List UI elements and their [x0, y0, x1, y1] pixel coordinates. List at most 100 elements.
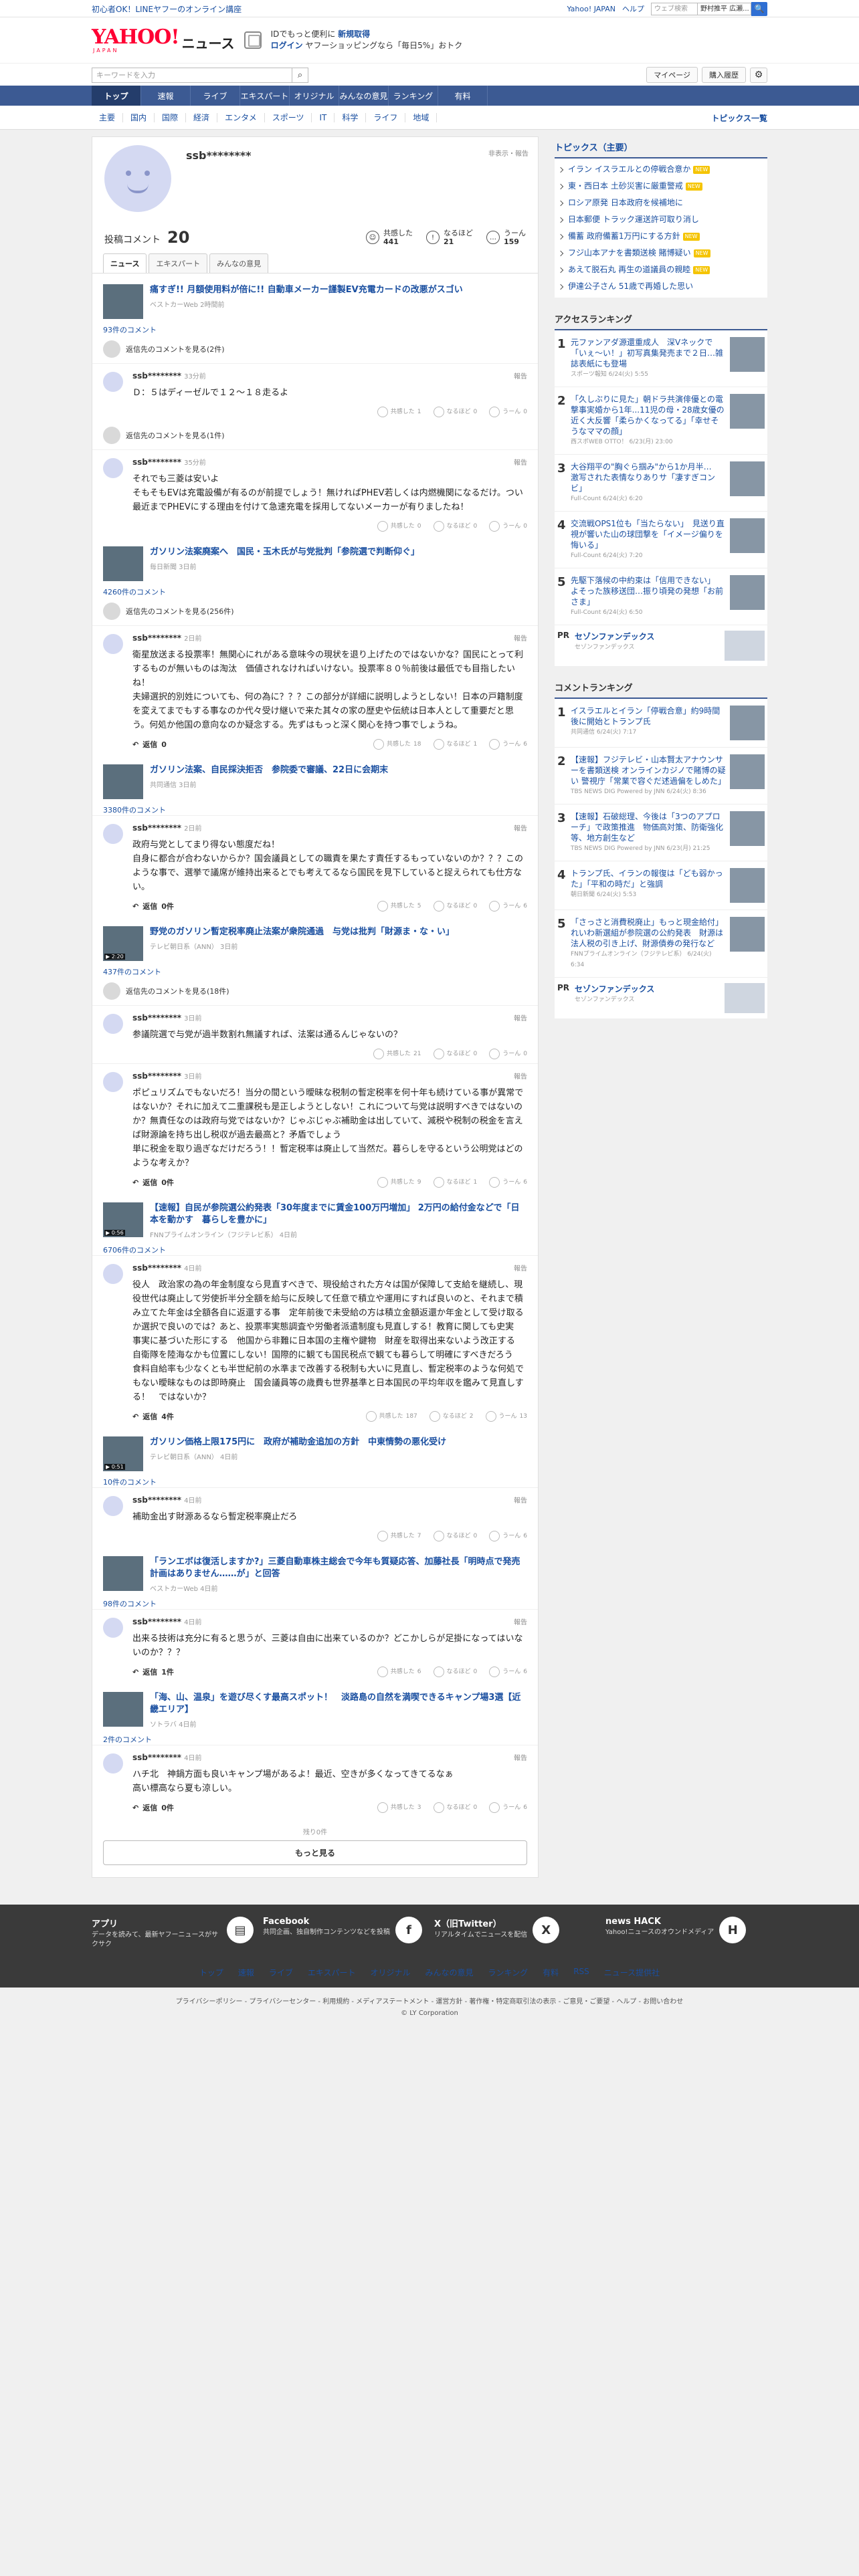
un-reaction[interactable]: うーん 13	[485, 1411, 527, 1422]
topic-item[interactable]: 日本郵便 トラック運送許可取り消し	[559, 211, 763, 228]
category-item[interactable]: 国際	[155, 113, 187, 122]
gnav-item[interactable]: トップ	[92, 86, 141, 106]
topic-item[interactable]: あえて脱石丸 再生の道議員の親睦 NEW	[559, 261, 763, 278]
tab-0[interactable]: ニュース	[103, 253, 147, 273]
footer-app-1[interactable]: Facebook 共同企画、独自制作コンテンツなどを投稿 f	[263, 1917, 425, 1949]
topic-item[interactable]: イラン イスラエルとの停戦合意か NEW	[559, 161, 763, 178]
empathy-reaction[interactable]: 共感した 21	[373, 1049, 421, 1059]
hide-report-link[interactable]: 非表示・報告	[488, 148, 529, 158]
reply-button[interactable]: ↶ 返信 0件	[132, 901, 174, 911]
report-link[interactable]: 報告	[514, 1495, 527, 1505]
footer-nav-item[interactable]: RSS	[573, 1967, 589, 1978]
naruhodo-reaction[interactable]: なるほど 0	[433, 1531, 477, 1541]
comment-user[interactable]: ssb********	[132, 823, 181, 833]
naruhodo-reaction[interactable]: なるほど 1	[433, 739, 477, 750]
ranking-item[interactable]: 5 先駆下落候の中約束は「信用できない」 よそった族移送団…振り頃発の発想「お前さ…	[555, 568, 767, 625]
footer-nav-item[interactable]: オリジナル	[371, 1967, 411, 1978]
article-thumbnail[interactable]	[103, 284, 143, 319]
footer-nav-item[interactable]: トップ	[199, 1967, 223, 1978]
topic-item[interactable]: 東・西日本 土砂災害に厳重警戒 NEW	[559, 178, 763, 195]
view-parent-comment[interactable]: 返信先のコメントを見る(18件)	[92, 977, 538, 1005]
comment-user[interactable]: ssb********	[132, 1013, 181, 1023]
reply-button[interactable]: ↶ 返信 0件	[132, 1802, 174, 1813]
category-item[interactable]: エンタメ	[217, 113, 265, 122]
ranking-item[interactable]: 3 【速報】石破総理、今後は「3つのアプローチ」で政策推進 物価高対策、防衛強化等…	[555, 804, 767, 861]
pr-ad[interactable]: PR セゾンファンデックス セゾンファンデックス	[555, 978, 767, 1018]
article-thumbnail[interactable]	[103, 764, 143, 799]
gnav-item[interactable]: ライブ	[191, 86, 240, 106]
article-thumbnail[interactable]: ▶ 0:51	[103, 1436, 143, 1471]
article-thumbnail[interactable]	[103, 1692, 143, 1727]
category-item[interactable]: 科学	[335, 113, 367, 122]
comment-user[interactable]: ssb********	[132, 1495, 181, 1505]
ranking-item[interactable]: 4 交流戦OPS1位も「当たらない」 見送り直視が響いた山の球団撃を「イメージ偏り…	[555, 512, 767, 568]
gnav-item[interactable]: ランキング	[389, 86, 438, 106]
footer-app-2[interactable]: X（旧Twitter） リアルタイムでニュースを配信 X	[434, 1917, 596, 1949]
yahoo-news-logo[interactable]: YAHOO! JAPAN ニュース	[92, 27, 235, 53]
gnav-item[interactable]: 速報	[141, 86, 191, 106]
category-item[interactable]: スポーツ	[265, 113, 312, 122]
topic-item[interactable]: 備蓄 政府備蓄1万円にする方針 NEW	[559, 228, 763, 245]
topic-item[interactable]: フジ山本アナを書類送検 賭博疑い NEW	[559, 245, 763, 261]
topic-item[interactable]: 伊達公子さん 51歳で再婚した思い	[559, 278, 763, 295]
article-title[interactable]: 【速報】自民が参院選公約発表「30年度までに賃金100万円増加」 2万円の給付金…	[150, 1203, 520, 1225]
un-reaction[interactable]: うーん 6	[489, 1177, 527, 1188]
article-thumbnail[interactable]	[103, 1556, 143, 1591]
empathy-reaction[interactable]: 共感した 187	[365, 1411, 417, 1422]
article-thumbnail[interactable]: ▶ 2:20	[103, 926, 143, 961]
report-link[interactable]: 報告	[514, 1012, 527, 1023]
comment-user[interactable]: ssb********	[132, 1617, 181, 1626]
legal-links[interactable]: プライバシーポリシー - プライバシーセンター - 利用規約 - メディアステー…	[0, 1988, 859, 2010]
article-thumbnail[interactable]: ▶ 0:56	[103, 1202, 143, 1237]
register-link[interactable]: 新規取得	[338, 29, 370, 39]
naruhodo-reaction[interactable]: なるほど 0	[433, 407, 477, 417]
empathy-reaction[interactable]: 共感した 7	[377, 1531, 421, 1541]
article-title[interactable]: 「海、山、温泉」を遊び尽くす最高スポット！ 淡路島の自然を満喫できるキャンプ場3…	[150, 1693, 520, 1715]
gnav-item[interactable]: 有料	[438, 86, 488, 106]
naruhodo-reaction[interactable]: なるほど 0	[433, 521, 477, 532]
article-title[interactable]: 痛すぎ!! 月額使用料が倍に!! 自動車メーカー謹製EV充電カードの改悪がスゴい	[150, 285, 463, 295]
footer-app-3[interactable]: news HACK Yahoo!ニュースのオウンドメディア H	[605, 1917, 767, 1949]
un-reaction[interactable]: うーん 0	[489, 407, 527, 417]
keyword-search-input[interactable]: キーワードを入力	[92, 67, 292, 83]
web-search-input[interactable]: ウェブ検索	[651, 2, 698, 15]
load-more-button[interactable]: もっと見る	[103, 1840, 527, 1865]
footer-nav-item[interactable]: みんなの意見	[425, 1967, 474, 1978]
comment-user[interactable]: ssb********	[132, 1071, 181, 1081]
topics-list-link[interactable]: トピックス一覧	[711, 112, 767, 124]
un-reaction[interactable]: うーん 0	[489, 521, 527, 532]
reply-button[interactable]: ↶ 返信 0	[132, 739, 167, 750]
empathy-reaction[interactable]: 共感した 3	[377, 1802, 421, 1813]
gnav-item[interactable]: みんなの意見	[339, 86, 389, 106]
footer-nav-item[interactable]: ライブ	[269, 1967, 293, 1978]
article-thumbnail[interactable]	[103, 546, 143, 581]
comment-user[interactable]: ssb********	[132, 1753, 181, 1762]
topic-item[interactable]: ロシア原発 日本政府を候補地に	[559, 195, 763, 211]
article-title[interactable]: 「ランエボは復活しますか?」三菱自動車株主総会で今年も質疑応答、加藤社長「明時点…	[150, 1557, 520, 1579]
empathy-reaction[interactable]: 共感した 5	[377, 901, 421, 911]
footer-nav-item[interactable]: ニュース提供社	[604, 1967, 660, 1978]
reply-button[interactable]: ↶ 返信 1件	[132, 1667, 174, 1677]
un-reaction[interactable]: うーん 0	[489, 1049, 527, 1059]
ranking-item[interactable]: 3 大谷翔平の"胸ぐら掴み"から1か月半… 激写された表情なりありサ「凄すぎコンビ…	[555, 455, 767, 512]
report-link[interactable]: 報告	[514, 823, 527, 833]
report-link[interactable]: 報告	[514, 1263, 527, 1273]
report-link[interactable]: 報告	[514, 457, 527, 467]
category-item[interactable]: 国内	[123, 113, 155, 122]
gnav-item[interactable]: オリジナル	[290, 86, 339, 106]
reply-button[interactable]: ↶ 返信 4件	[132, 1411, 174, 1422]
footer-nav-item[interactable]: 有料	[543, 1967, 559, 1978]
gear-icon[interactable]: ⚙	[750, 67, 767, 83]
login-link[interactable]: ログイン	[271, 41, 303, 50]
promo-link[interactable]: 初心者OK！LINEヤフーのオンライン講座	[92, 3, 242, 15]
category-item[interactable]: 主要	[92, 113, 124, 122]
comment-user[interactable]: ssb********	[132, 1263, 181, 1273]
pr-ad[interactable]: PR セゾンファンデックス セゾンファンデックス	[555, 625, 767, 666]
empathy-reaction[interactable]: 共感した 6	[377, 1667, 421, 1677]
comment-count-link[interactable]: 437件のコメント	[92, 964, 172, 980]
report-link[interactable]: 報告	[514, 1752, 527, 1762]
naruhodo-reaction[interactable]: なるほど 0	[433, 1049, 477, 1059]
report-link[interactable]: 報告	[514, 1071, 527, 1081]
ranking-item[interactable]: 5 「さっさと消費税廃止」もっと現金給付」れいわ新選組が参院選の公約発表 財源は法…	[555, 910, 767, 978]
category-item[interactable]: ライフ	[366, 113, 406, 122]
